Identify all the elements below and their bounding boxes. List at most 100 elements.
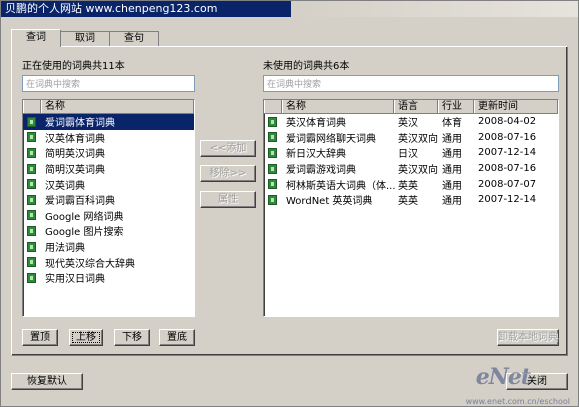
dictionary-update-time: 2007-12-14 [478, 147, 537, 159]
dictionary-language: 英汉双向 [398, 165, 438, 177]
dictionary-icon [27, 194, 36, 205]
dictionary-update-time: 2008-07-16 [478, 131, 537, 143]
dictionary-icon [27, 147, 36, 158]
tab-lookup-sentence[interactable]: 查句 [109, 31, 159, 47]
dictionary-name: 汉英体育词典 [45, 133, 105, 145]
move-down-button[interactable]: 下移 [114, 329, 150, 346]
tab-capture-word[interactable]: 取词 [60, 31, 110, 47]
uninstall-local-dictionary-button[interactable]: 卸载本地词典 [497, 329, 559, 346]
dictionary-icon [27, 116, 36, 127]
dictionary-language: 英汉 [398, 118, 418, 130]
tab-lookup-word[interactable]: 查词 [11, 29, 61, 47]
move-to-top-button[interactable]: 置顶 [22, 329, 58, 346]
icon-column-header [23, 100, 41, 113]
list-item[interactable]: Google 图片搜索 [23, 223, 194, 239]
dictionary-name: Google 网络词典 [45, 211, 124, 223]
list-item[interactable]: 简明汉英词典 [23, 161, 194, 177]
dictionary-industry: 通用 [442, 133, 462, 145]
enet-logo: eNet [475, 364, 531, 390]
dictionary-name: 爱词霸体育词典 [45, 118, 115, 130]
dictionary-icon [27, 257, 36, 268]
dictionary-name: 英汉体育词典 [286, 118, 346, 130]
list-item[interactable]: 用法词典 [23, 239, 194, 255]
dictionary-language: 英英 [398, 180, 418, 192]
tab-strip: 查词 取词 查句 [11, 29, 159, 47]
dictionary-industry: 通用 [442, 149, 462, 161]
active-dictionary-search-input[interactable]: 在词典中搜索 [22, 75, 195, 92]
move-up-button[interactable]: 上移 [69, 329, 103, 346]
unused-dictionary-search-input[interactable]: 在词典中搜索 [263, 75, 559, 92]
table-row[interactable]: 爱词霸网络聊天词典 英汉双向 通用 2008-07-16 [264, 130, 558, 146]
dictionary-icon [268, 163, 277, 174]
dictionary-name: 简明汉英词典 [45, 165, 105, 177]
list-item[interactable]: 简明英汉词典 [23, 145, 194, 161]
icon-column-header [264, 100, 282, 113]
list-item[interactable]: 汉英词典 [23, 176, 194, 192]
dictionary-name: 柯林斯英语大词典（体... [286, 180, 395, 192]
dictionary-icon [27, 132, 36, 143]
dictionary-industry: 通用 [442, 180, 462, 192]
title-bar [291, 1, 578, 17]
dictionary-name: 简明英汉词典 [45, 149, 105, 161]
move-to-bottom-button[interactable]: 置底 [159, 329, 195, 346]
dictionary-name: 爱词霸网络聊天词典 [286, 133, 376, 145]
properties-button[interactable]: 属性 [200, 191, 256, 208]
active-dictionary-rows: 爱词霸体育词典 汉英体育词典 简明英汉词典 简明汉英词典 汉英词典爱词霸百科词典 Goog… [23, 114, 194, 286]
active-list-header: 名称 [23, 100, 194, 114]
list-item[interactable]: 爱词霸百科词典 [23, 192, 194, 208]
dictionary-manager-window: 贝鹏的个人网站 www.chenpeng123.com 查词 取词 查句 正在使… [0, 0, 579, 407]
dictionary-icon [268, 147, 277, 158]
active-dictionaries-label: 正在使用的词典共11本 [22, 61, 125, 72]
dictionary-icon [268, 179, 277, 190]
dictionary-icon [27, 272, 36, 283]
active-dictionary-list[interactable]: 名称 爱词霸体育词典 汉英体育词典 简明英汉词典 简明汉英词典 汉英词典爱词霸百科词典 G… [22, 99, 195, 317]
dictionary-icon [27, 210, 36, 221]
dictionary-icon [268, 132, 277, 143]
unused-dictionary-rows: 英汉体育词典 英汉 体育 2008-04-02 爱词霸网络聊天词典 英汉双向 通用 2008-… [264, 114, 558, 208]
table-row[interactable]: 英汉体育词典 英汉 体育 2008-04-02 [264, 114, 558, 130]
list-item[interactable]: Google 网络词典 [23, 208, 194, 224]
table-row[interactable]: 新日汉大辞典 日汉 通用 2007-12-14 [264, 145, 558, 161]
table-row[interactable]: WordNet 英英词典 英英 通用 2007-12-14 [264, 192, 558, 208]
dictionary-name: 汉英词典 [45, 180, 85, 192]
site-watermark-banner: 贝鹏的个人网站 www.chenpeng123.com [1, 1, 291, 17]
dictionary-name: Google 图片搜索 [45, 227, 124, 239]
dictionary-name: 爱词霸游戏词典 [286, 165, 356, 177]
dictionary-industry: 体育 [442, 118, 462, 130]
dictionary-language: 英英 [398, 196, 418, 208]
table-row[interactable]: 柯林斯英语大词典（体... 英英 通用 2008-07-07 [264, 176, 558, 192]
table-row[interactable]: 爱词霸游戏词典 英汉双向 通用 2008-07-16 [264, 161, 558, 177]
unused-dictionary-list[interactable]: 名称 语言 行业 更新时间 英汉体育词典 英汉 体育 2008-04-02 爱词霸网络聊… [263, 99, 559, 317]
dictionary-icon [27, 241, 36, 252]
dictionary-name: WordNet 英英词典 [286, 196, 373, 208]
industry-column-header[interactable]: 行业 [438, 100, 474, 113]
name-column-header[interactable]: 名称 [282, 100, 394, 113]
dictionary-panel: 正在使用的词典共11本 在词典中搜索 名称 爱词霸体育词典 汉英体育词典 简明英汉词… [11, 46, 568, 356]
list-item[interactable]: 汉英体育词典 [23, 130, 194, 146]
name-column-header[interactable]: 名称 [41, 100, 194, 113]
remove-dictionary-button[interactable]: 移除>> [200, 165, 256, 182]
dictionary-icon [268, 194, 277, 205]
list-item[interactable]: 爱词霸体育词典 [23, 114, 194, 130]
dictionary-update-time: 2008-04-02 [478, 116, 537, 128]
language-column-header[interactable]: 语言 [394, 100, 438, 113]
dictionary-industry: 通用 [442, 196, 462, 208]
dictionary-industry: 通用 [442, 165, 462, 177]
dictionary-update-time: 2007-12-14 [478, 194, 537, 206]
restore-defaults-button[interactable]: 恢复默认 [11, 373, 83, 390]
dictionary-name: 现代英汉综合大辞典 [45, 258, 135, 270]
list-item[interactable]: 实用汉日词典 [23, 270, 194, 286]
dictionary-name: 用法词典 [45, 243, 85, 255]
dictionary-update-time: 2008-07-07 [478, 178, 537, 190]
enet-logo-url: www.enet.com.cn/eschool [465, 397, 570, 406]
dictionary-icon [268, 116, 277, 127]
dictionary-icon [27, 225, 36, 236]
update-time-column-header[interactable]: 更新时间 [474, 100, 558, 113]
dictionary-language: 英汉双向 [398, 133, 438, 145]
list-item[interactable]: 现代英汉综合大辞典 [23, 254, 194, 270]
dictionary-name: 爱词霸百科词典 [45, 196, 115, 208]
dictionary-update-time: 2008-07-16 [478, 163, 537, 175]
dictionary-language: 日汉 [398, 149, 418, 161]
add-dictionary-button[interactable]: <<添加 [200, 140, 256, 157]
dictionary-icon [27, 179, 36, 190]
